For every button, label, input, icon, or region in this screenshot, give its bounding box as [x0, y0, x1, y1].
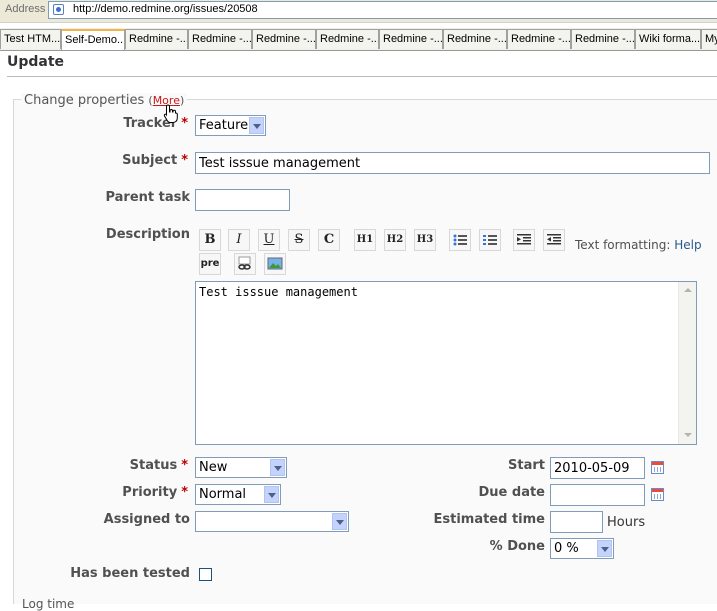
vertical-scrollbar[interactable]	[678, 282, 696, 444]
priority-label-text: Priority	[122, 485, 178, 500]
start-label: Start	[508, 458, 545, 473]
address-bar: Address http://demo.redmine.org/issues/2…	[0, 0, 717, 23]
browser-tab[interactable]: Redmine -...	[443, 29, 507, 49]
required-mark: *	[181, 153, 188, 168]
calendar-icon[interactable]	[651, 461, 664, 474]
browser-tab[interactable]: Redmine -...	[507, 29, 571, 49]
title-divider	[7, 76, 717, 77]
bold-button[interactable]: B	[199, 229, 221, 251]
link-icon	[238, 256, 251, 270]
chevron-down-icon[interactable]	[597, 540, 612, 557]
estimated-time-label: Estimated time	[433, 512, 545, 527]
required-mark: *	[181, 485, 188, 500]
browser-tab[interactable]: Redmine -...	[252, 29, 316, 49]
help-link[interactable]: Help	[674, 238, 701, 252]
heading2-button[interactable]: H2	[384, 229, 406, 251]
subject-input[interactable]	[195, 152, 710, 174]
parent-task-label: Parent task	[105, 190, 190, 205]
browser-tab[interactable]: Wiki forma...	[635, 29, 701, 49]
page-title: Update	[7, 54, 65, 70]
url-text[interactable]: http://demo.redmine.org/issues/20508	[73, 3, 258, 15]
browser-tab[interactable]: Redmine -...	[571, 29, 635, 49]
browser-tab[interactable]: Redmine -...	[316, 29, 379, 49]
paren-close: )	[179, 94, 185, 107]
unordered-list-button[interactable]	[449, 229, 471, 251]
indent-icon	[517, 234, 531, 245]
log-time-legend: Log time	[22, 597, 75, 611]
outdent-icon	[547, 234, 561, 245]
heading3-button[interactable]: H3	[414, 229, 436, 251]
status-select[interactable]: New	[195, 457, 287, 478]
chevron-down-icon[interactable]	[332, 513, 347, 530]
due-date-input[interactable]	[550, 484, 645, 506]
required-mark: *	[181, 458, 188, 473]
due-date-label: Due date	[478, 485, 546, 500]
browser-tab[interactable]: My	[701, 29, 717, 49]
outdent-button[interactable]	[543, 229, 565, 251]
indent-button[interactable]	[513, 229, 535, 251]
browser-tab[interactable]: Test HTM...	[0, 29, 61, 49]
status-label: Status *	[130, 458, 188, 473]
start-date-input[interactable]	[550, 457, 645, 479]
ordered-list-button[interactable]	[479, 229, 501, 251]
calendar-icon[interactable]	[651, 488, 664, 501]
tracker-select[interactable]: Feature	[195, 115, 266, 136]
percent-done-value: 0 %	[554, 541, 579, 556]
page-icon	[53, 4, 64, 15]
required-mark: *	[181, 116, 188, 131]
description-text: Test isssue management	[199, 285, 358, 299]
browser-tab[interactable]: Redmine -...	[188, 29, 252, 49]
priority-label: Priority *	[122, 485, 188, 500]
numbered-list-icon	[483, 235, 497, 245]
has-been-tested-checkbox[interactable]	[199, 568, 212, 581]
italic-button[interactable]: I	[228, 229, 250, 251]
heading1-button[interactable]: H1	[354, 229, 376, 251]
strikethrough-button[interactable]: S	[288, 229, 310, 251]
tracker-value: Feature	[199, 118, 249, 133]
chevron-down-icon[interactable]	[264, 486, 279, 503]
description-label: Description	[105, 227, 190, 242]
status-label-text: Status	[129, 458, 178, 473]
estimated-time-input[interactable]	[550, 511, 603, 533]
scroll-down-icon[interactable]	[680, 428, 695, 443]
hours-unit: Hours	[607, 515, 646, 530]
priority-select[interactable]: Normal	[195, 484, 281, 505]
subject-label: Subject *	[122, 153, 188, 168]
text-formatting-label: Text formatting:	[575, 238, 671, 252]
assigned-to-select[interactable]	[195, 511, 349, 532]
browser-tab[interactable]: Redmine -...	[125, 29, 188, 49]
description-textarea[interactable]: Test isssue management	[195, 281, 697, 445]
url-field[interactable]: http://demo.redmine.org/issues/20508	[48, 1, 717, 19]
wiki-link-button[interactable]	[234, 253, 256, 275]
percent-done-select[interactable]: 0 %	[550, 538, 614, 559]
address-label: Address	[5, 3, 46, 15]
scroll-up-icon[interactable]	[680, 283, 695, 298]
underline-button[interactable]: U	[258, 229, 280, 251]
subject-label-text: Subject	[122, 153, 178, 168]
assigned-to-label: Assigned to	[103, 512, 190, 527]
parent-task-input[interactable]	[195, 189, 290, 211]
priority-value: Normal	[199, 487, 247, 502]
legend-label: Change properties	[24, 93, 145, 108]
has-been-tested-label: Has been tested	[70, 566, 190, 581]
percent-done-label: % Done	[489, 539, 545, 554]
image-icon	[267, 257, 283, 270]
chevron-down-icon[interactable]	[249, 117, 264, 134]
pre-button[interactable]: pre	[199, 253, 221, 275]
code-button[interactable]: C	[318, 229, 340, 251]
tab-strip: Test HTM... Self-Demo... Redmine -... Re…	[0, 28, 717, 51]
image-button[interactable]	[264, 253, 286, 275]
text-formatting-hint: Text formatting: Help	[575, 238, 702, 252]
browser-tab[interactable]: Redmine -...	[379, 29, 443, 49]
chevron-down-icon[interactable]	[270, 459, 285, 476]
bullet-list-icon	[453, 234, 467, 246]
status-value: New	[199, 460, 228, 475]
browser-tab-active[interactable]: Self-Demo...	[61, 29, 125, 50]
hand-cursor-icon	[163, 104, 178, 123]
